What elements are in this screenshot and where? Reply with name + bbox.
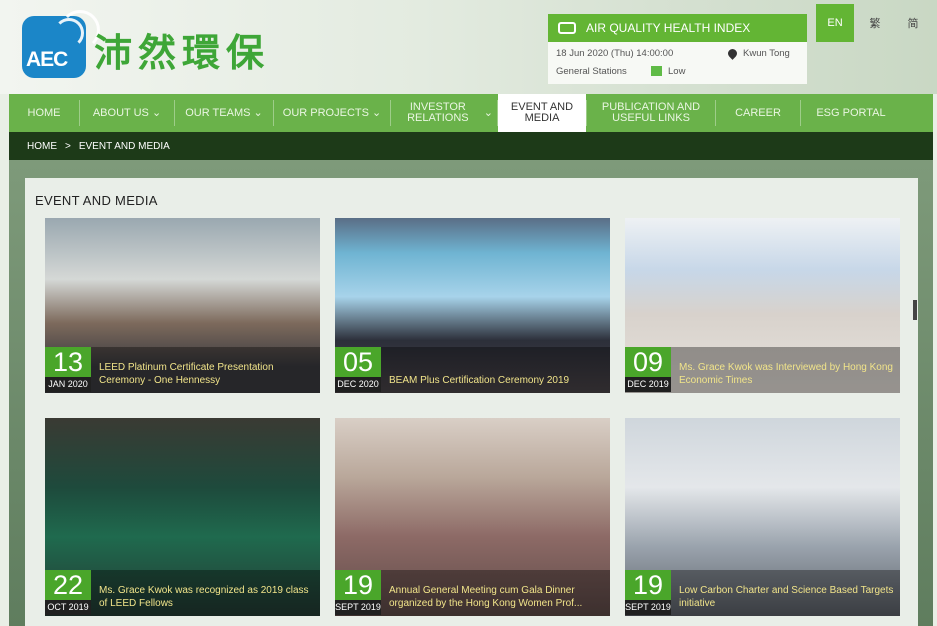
- card-caption: Low Carbon Charter and Science Based Tar…: [679, 585, 894, 609]
- aec-logo[interactable]: AEC: [22, 10, 100, 78]
- nav-event-and-media[interactable]: EVENT AND MEDIA: [498, 94, 586, 132]
- aqhi-header: AIR QUALITY HEALTH INDEX: [548, 14, 807, 42]
- card-caption: LEED Platinum Certificate Presentation C…: [99, 362, 274, 386]
- chevron-down-icon: ⌄: [483, 106, 493, 119]
- aqhi-location-label: Kwun Tong: [743, 48, 790, 59]
- breadcrumb-current: EVENT AND MEDIA: [78, 140, 170, 152]
- nav-career-label: CAREER: [735, 106, 781, 119]
- news-card[interactable]: 19 SEPT 2019 Low Carbon Charter and Scie…: [625, 418, 900, 616]
- nav-career[interactable]: CAREER: [716, 94, 800, 132]
- chevron-down-icon: ⌄: [372, 106, 382, 119]
- nav-about-us[interactable]: ABOUT US ⌄: [80, 94, 174, 132]
- chevron-down-icon: ⌄: [253, 106, 263, 119]
- card-caption: Annual General Meeting cum Gala Dinner o…: [389, 585, 583, 609]
- aqhi-title: AIR QUALITY HEALTH INDEX: [586, 21, 751, 35]
- lang-traditional-chinese[interactable]: 繁: [856, 4, 894, 42]
- nav-esg-portal[interactable]: ESG PORTAL: [801, 94, 901, 132]
- card-caption: BEAM Plus Certification Ceremony 2019: [389, 375, 570, 386]
- date-day: 22: [45, 570, 91, 600]
- nav-our-teams-label: OUR TEAMS: [185, 106, 251, 119]
- nav-investor-relations-label: INVESTOR RELATIONS: [407, 101, 469, 124]
- nav-our-projects[interactable]: OUR PROJECTS ⌄: [274, 94, 390, 132]
- card-caption: Ms. Grace Kwok was recognized as 2019 cl…: [99, 585, 309, 609]
- chevron-down-icon: ⌄: [151, 106, 162, 119]
- nav-our-projects-label: OUR PROJECTS: [282, 106, 369, 119]
- breadcrumb: HOME > EVENT AND MEDIA: [9, 132, 933, 160]
- card-caption: Ms. Grace Kwok was Interviewed by Hong K…: [679, 362, 893, 386]
- nav-home-label: HOME: [27, 106, 61, 119]
- air-quality-icon: [558, 22, 576, 34]
- aqhi-level-swatch: [651, 66, 662, 76]
- main-nav: HOME ABOUT US ⌄ OUR TEAMS ⌄ OUR PROJECTS…: [9, 94, 933, 132]
- aqhi-body: 18 Jun 2020 (Thu) 14:00:00 Kwun Tong Gen…: [548, 42, 807, 84]
- nav-publication-links-label: PUBLICATION AND USEFUL LINKS: [601, 101, 701, 124]
- date-month: JAN 2020: [45, 377, 91, 392]
- date-day: 19: [335, 570, 381, 600]
- logo-chinese-name: 沛然環保: [94, 30, 271, 75]
- breadcrumb-home[interactable]: HOME: [27, 141, 57, 152]
- news-card[interactable]: 13 JAN 2020 LEED Platinum Certificate Pr…: [45, 218, 320, 393]
- news-card[interactable]: 05 DEC 2020 BEAM Plus Certification Cere…: [335, 218, 610, 393]
- aqhi-location: Kwun Tong: [726, 47, 790, 60]
- date-month: SEPT 2019: [335, 600, 381, 615]
- date-month: DEC 2019: [625, 377, 671, 392]
- news-card[interactable]: 19 SEPT 2019 Annual General Meeting cum …: [335, 418, 610, 616]
- section-title: EVENT AND MEDIA: [35, 193, 158, 208]
- news-card[interactable]: 22 OCT 2019 Ms. Grace Kwok was recognize…: [45, 418, 320, 616]
- date-day: 09: [625, 347, 671, 377]
- aqhi-datetime: 18 Jun 2020 (Thu) 14:00:00: [556, 48, 674, 59]
- date-day: 19: [625, 570, 671, 600]
- site-header: AEC 沛然環保 AIR QUALITY HEALTH INDEX 18 Jun…: [0, 0, 937, 94]
- date-day: 05: [335, 347, 381, 377]
- aqhi-level: Low: [668, 66, 686, 77]
- nav-our-teams[interactable]: OUR TEAMS ⌄: [175, 94, 273, 132]
- date-day: 13: [45, 347, 91, 377]
- aqhi-stations: General Stations: [556, 66, 627, 77]
- nav-esg-portal-label: ESG PORTAL: [816, 106, 886, 119]
- nav-about-us-label: ABOUT US: [92, 106, 149, 119]
- nav-event-and-media-label: EVENT AND MEDIA: [510, 101, 574, 124]
- date-month: OCT 2019: [45, 600, 91, 615]
- lang-en[interactable]: EN: [816, 4, 854, 42]
- scrollbar-thumb[interactable]: [913, 300, 917, 320]
- news-card[interactable]: 09 DEC 2019 Ms. Grace Kwok was Interview…: [625, 218, 900, 393]
- date-month: SEPT 2019: [625, 600, 671, 615]
- nav-home[interactable]: HOME: [9, 94, 79, 132]
- nav-publication-links[interactable]: PUBLICATION AND USEFUL LINKS: [587, 94, 715, 132]
- aqhi-widget[interactable]: AIR QUALITY HEALTH INDEX 18 Jun 2020 (Th…: [548, 14, 807, 84]
- nav-investor-relations[interactable]: INVESTOR RELATIONS ⌄: [391, 94, 497, 132]
- date-month: DEC 2020: [335, 377, 381, 392]
- logo-text: AEC: [26, 48, 68, 71]
- lang-simplified-chinese[interactable]: 简: [894, 4, 932, 42]
- location-pin-icon: [726, 47, 739, 60]
- breadcrumb-separator: >: [65, 140, 71, 152]
